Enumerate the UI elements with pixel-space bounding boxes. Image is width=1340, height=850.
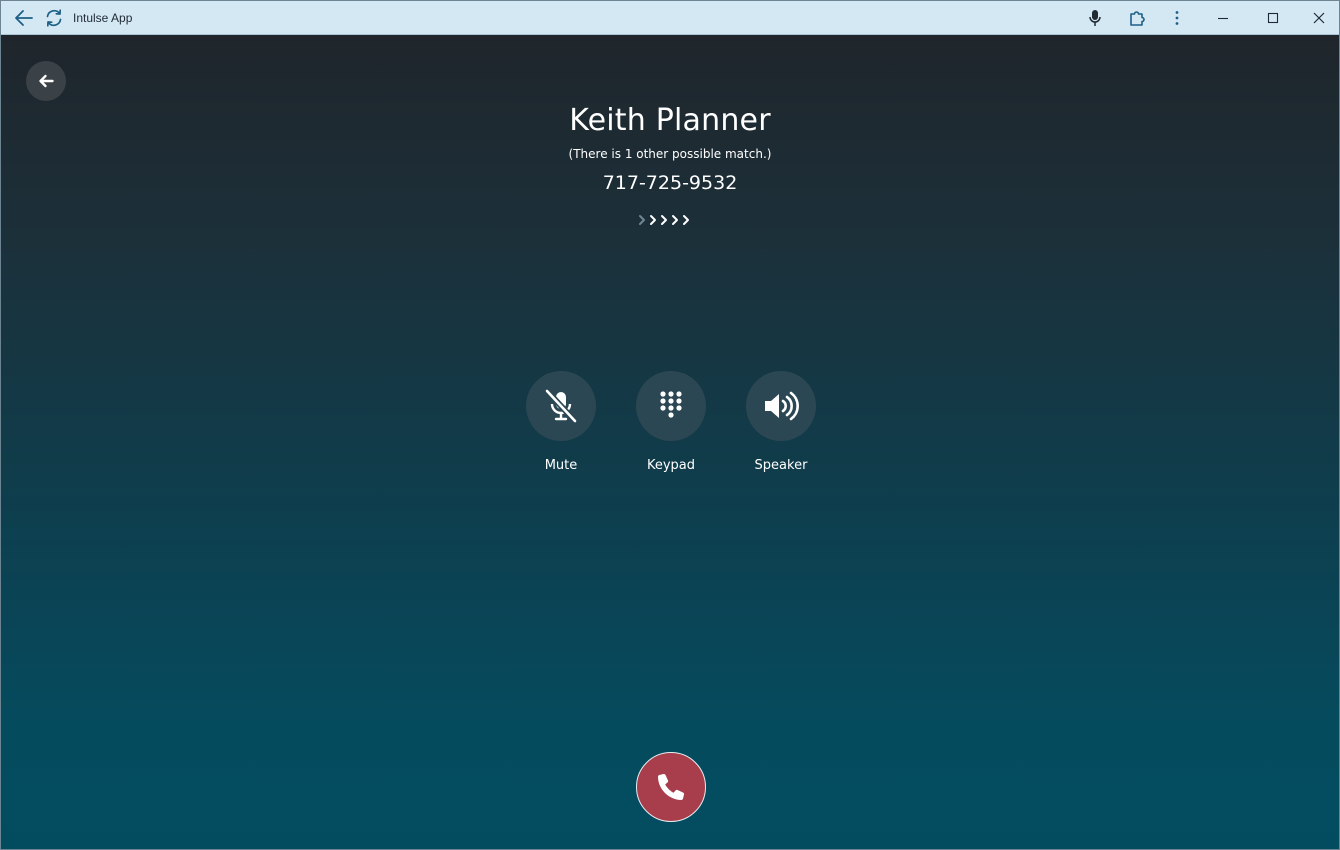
more-vertical-icon: [1175, 11, 1179, 25]
more-options-button[interactable]: [1163, 1, 1191, 35]
keypad-control: Keypad: [616, 371, 726, 473]
dialpad-icon: [660, 391, 682, 418]
close-icon: [1313, 12, 1325, 24]
close-button[interactable]: [1301, 1, 1337, 35]
minimize-button[interactable]: [1205, 1, 1241, 35]
app-window: Intulse App Keith Planner (There is 1 ot…: [0, 0, 1340, 850]
phone-number: 717-725-9532: [602, 172, 738, 194]
phone-icon: [658, 773, 685, 800]
keypad-label: Keypad: [646, 458, 696, 473]
chevron-right-icon: [672, 215, 678, 225]
speaker-button[interactable]: [746, 371, 816, 441]
chevron-right-icon: [661, 215, 667, 225]
call-progress-indicator: [637, 211, 699, 229]
title-bar: Intulse App: [1, 1, 1339, 35]
extensions-button[interactable]: [1123, 1, 1151, 35]
microphone-icon: [1089, 10, 1101, 26]
speaker-label: Speaker: [754, 458, 808, 473]
maximize-button[interactable]: [1255, 1, 1291, 35]
microphone-button[interactable]: [1081, 1, 1109, 35]
possible-match-note[interactable]: (There is 1 other possible match.): [1, 147, 1339, 161]
minimize-icon: [1218, 17, 1228, 20]
arrow-left-icon: [39, 74, 54, 88]
mute-button[interactable]: [526, 371, 596, 441]
maximize-icon: [1267, 12, 1279, 24]
chevron-right-icon: [683, 215, 689, 225]
refresh-icon: [46, 9, 62, 27]
app-title: Intulse App: [73, 11, 133, 25]
speaker-control: Speaker: [726, 371, 836, 473]
active-call-screen: Keith Planner (There is 1 other possible…: [1, 35, 1339, 849]
hang-up-button[interactable]: [636, 752, 706, 822]
chevron-right-icon: [650, 215, 656, 225]
microphone-slash-icon: [544, 388, 578, 424]
puzzle-icon: [1130, 11, 1145, 26]
mute-label: Mute: [544, 458, 578, 473]
reload-button[interactable]: [39, 1, 69, 35]
arrow-left-icon: [15, 10, 33, 26]
chevron-right-icon: [639, 215, 645, 225]
browser-back-button[interactable]: [7, 1, 41, 35]
back-button[interactable]: [26, 61, 66, 101]
caller-name: Keith Planner: [569, 103, 771, 138]
speaker-volume-icon: [765, 391, 799, 421]
mute-control: Mute: [506, 371, 616, 473]
keypad-button[interactable]: [636, 371, 706, 441]
